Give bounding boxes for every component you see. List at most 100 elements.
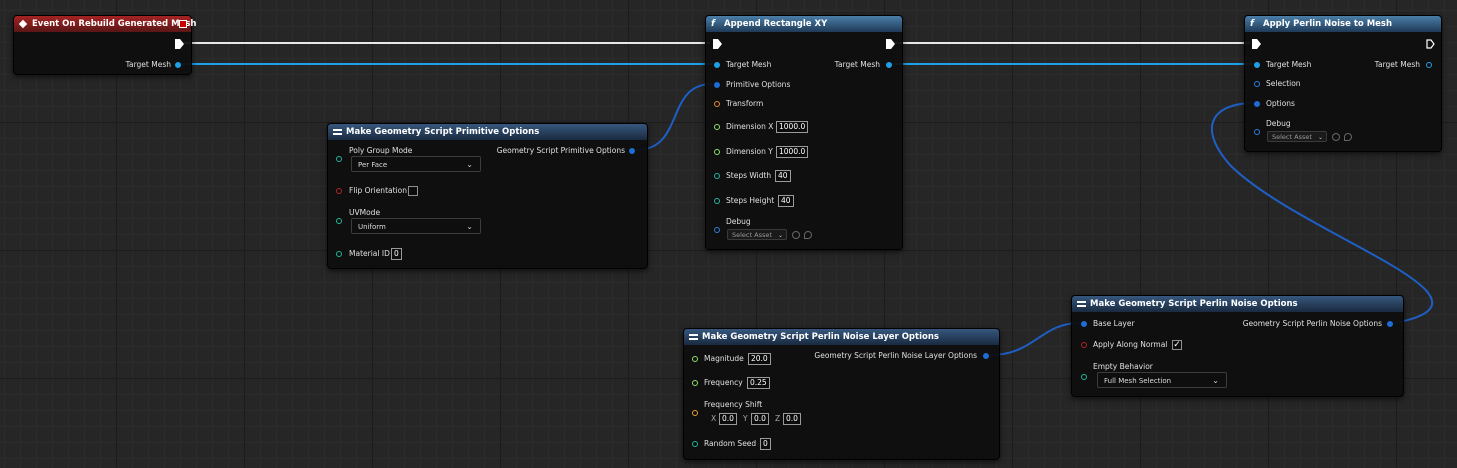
flip-orientation-label: Flip Orientation xyxy=(349,186,407,195)
use-asset-icon[interactable] xyxy=(1332,133,1340,141)
append-dimension-x-pin[interactable] xyxy=(714,124,720,130)
primitive-options-header[interactable]: Make Geometry Script Primitive Options xyxy=(328,124,647,140)
perlin-target-mesh-out-label: Target Mesh xyxy=(1374,60,1420,69)
perlin-node-header[interactable]: f Apply Perlin Noise to Mesh xyxy=(1245,16,1441,32)
frequency-pin[interactable] xyxy=(692,380,698,386)
random-seed-pin[interactable] xyxy=(692,441,698,447)
perlin-debug-pin[interactable] xyxy=(1254,129,1260,135)
random-seed-input[interactable]: 0 xyxy=(760,438,771,450)
noise-options-output-pin[interactable] xyxy=(1387,321,1393,327)
primitive-options-output-pin[interactable] xyxy=(629,148,635,154)
append-steps-height-label: Steps Height xyxy=(726,196,775,205)
perlin-node-title: Apply Perlin Noise to Mesh xyxy=(1263,19,1393,29)
function-f-icon: f xyxy=(1250,19,1254,29)
perlin-exec-out-pin[interactable] xyxy=(1426,39,1435,49)
append-transform-pin[interactable] xyxy=(714,101,720,107)
frequency-input[interactable]: 0.25 xyxy=(747,377,770,389)
append-dimension-y-input[interactable]: 1000.0 xyxy=(776,146,809,158)
append-transform-label: Transform xyxy=(726,99,764,108)
magnitude-pin[interactable] xyxy=(692,356,698,362)
append-debug-asset-dropdown[interactable]: Select Asset ⌄ xyxy=(727,229,787,240)
append-steps-width-pin[interactable] xyxy=(714,173,720,179)
primitive-options-node[interactable]: Make Geometry Script Primitive Options G… xyxy=(327,123,648,269)
append-debug-pin[interactable] xyxy=(714,227,720,233)
uv-mode-dropdown[interactable]: Uniform ⌄ xyxy=(351,218,481,234)
append-node-header[interactable]: f Append Rectangle XY xyxy=(706,16,902,32)
random-seed-label: Random Seed xyxy=(704,439,757,448)
poly-group-mode-dropdown[interactable]: Per Face ⌄ xyxy=(351,156,481,172)
append-dimension-y-pin[interactable] xyxy=(714,149,720,155)
event-node[interactable]: Event On Rebuild Generated Mesh Target M… xyxy=(13,15,196,75)
noise-layer-options-title: Make Geometry Script Perlin Noise Layer … xyxy=(702,332,939,342)
material-id-input[interactable]: 0 xyxy=(391,248,402,260)
poly-group-mode-value: Per Face xyxy=(358,161,388,169)
append-steps-height-pin[interactable] xyxy=(714,198,720,204)
apply-along-normal-checkbox[interactable]: ✓ xyxy=(1172,340,1182,350)
empty-behavior-label: Empty Behavior xyxy=(1093,362,1153,371)
perlin-exec-in-pin[interactable] xyxy=(1252,39,1261,49)
perlin-options-pin[interactable] xyxy=(1254,101,1260,107)
wire-noise-layer-to-base-layer[interactable] xyxy=(989,322,1081,356)
apply-perlin-node[interactable]: f Apply Perlin Noise to Mesh Target Mesh… xyxy=(1244,15,1442,152)
append-target-mesh-out-label: Target Mesh xyxy=(834,60,880,69)
exec-arrow-icon xyxy=(886,39,895,49)
noise-options-header[interactable]: Make Geometry Script Perlin Noise Option… xyxy=(1072,296,1403,312)
empty-behavior-pin[interactable] xyxy=(1081,374,1087,380)
event-node-title: Event On Rebuild Generated Mesh xyxy=(32,19,197,29)
frequency-shift-z-input[interactable]: 0.0 xyxy=(783,413,801,425)
use-asset-icon[interactable] xyxy=(792,231,800,239)
base-layer-pin[interactable] xyxy=(1081,321,1087,327)
append-target-mesh-out-pin[interactable] xyxy=(886,62,892,68)
append-exec-out-pin[interactable] xyxy=(886,39,895,49)
make-struct-icon xyxy=(689,333,698,341)
event-node-header[interactable]: Event On Rebuild Generated Mesh xyxy=(14,16,196,32)
frequency-shift-z-label: Z xyxy=(775,414,781,423)
append-rectangle-node[interactable]: f Append Rectangle XY Target Mesh Target… xyxy=(705,15,903,250)
exec-arrow-icon xyxy=(175,39,184,49)
noise-layer-options-header[interactable]: Make Geometry Script Perlin Noise Layer … xyxy=(684,329,999,345)
append-exec-in-pin[interactable] xyxy=(713,39,722,49)
exec-arrow-icon xyxy=(713,39,722,49)
append-dimension-x-label: Dimension X xyxy=(726,122,774,131)
append-primitive-options-label: Primitive Options xyxy=(726,80,791,89)
event-delegate-icon[interactable] xyxy=(179,20,187,28)
apply-along-normal-pin[interactable] xyxy=(1081,342,1087,348)
exec-out-pin[interactable] xyxy=(175,39,184,49)
flip-orientation-pin[interactable] xyxy=(336,188,342,194)
append-steps-width-input[interactable]: 40 xyxy=(775,170,791,182)
frequency-shift-pin[interactable] xyxy=(692,410,698,416)
empty-behavior-value: Full Mesh Selection xyxy=(1104,377,1172,385)
noise-options-output-label: Geometry Script Perlin Noise Options xyxy=(1242,319,1382,328)
perlin-selection-pin[interactable] xyxy=(1254,81,1260,87)
append-dimension-x-input[interactable]: 1000.0 xyxy=(776,121,809,133)
material-id-pin[interactable] xyxy=(336,251,342,257)
frequency-label: Frequency xyxy=(704,378,743,387)
frequency-shift-y-input[interactable]: 0.0 xyxy=(751,413,769,425)
base-layer-label: Base Layer xyxy=(1093,319,1135,328)
function-f-icon: f xyxy=(711,19,715,29)
browse-asset-icon[interactable] xyxy=(1344,133,1352,141)
perlin-target-mesh-in-pin[interactable] xyxy=(1254,62,1260,68)
perlin-target-mesh-out-pin[interactable] xyxy=(1426,62,1432,68)
poly-group-mode-pin[interactable] xyxy=(336,156,342,162)
append-steps-height-input[interactable]: 40 xyxy=(778,195,794,207)
flip-orientation-checkbox[interactable] xyxy=(408,186,418,196)
magnitude-input[interactable]: 20.0 xyxy=(748,353,771,365)
append-node-title: Append Rectangle XY xyxy=(724,19,828,29)
noise-layer-options-node[interactable]: Make Geometry Script Perlin Noise Layer … xyxy=(683,328,1000,460)
append-primitive-options-pin[interactable] xyxy=(714,82,720,88)
chevron-down-icon: ⌄ xyxy=(1317,134,1323,141)
frequency-shift-x-input[interactable]: 0.0 xyxy=(719,413,737,425)
uv-mode-pin[interactable] xyxy=(336,218,342,224)
primitive-options-title: Make Geometry Script Primitive Options xyxy=(346,127,540,137)
perlin-target-mesh-in-label: Target Mesh xyxy=(1266,60,1312,69)
empty-behavior-dropdown[interactable]: Full Mesh Selection ⌄ xyxy=(1097,372,1227,388)
perlin-debug-asset-dropdown[interactable]: Select Asset ⌄ xyxy=(1267,131,1327,142)
browse-asset-icon[interactable] xyxy=(804,231,812,239)
perlin-options-label: Options xyxy=(1266,99,1295,108)
append-target-mesh-in-pin[interactable] xyxy=(714,62,720,68)
append-dimension-y-label: Dimension Y xyxy=(726,147,773,156)
event-target-mesh-pin[interactable] xyxy=(175,62,181,68)
noise-layer-output-pin[interactable] xyxy=(983,353,989,359)
noise-options-node[interactable]: Make Geometry Script Perlin Noise Option… xyxy=(1071,295,1404,397)
